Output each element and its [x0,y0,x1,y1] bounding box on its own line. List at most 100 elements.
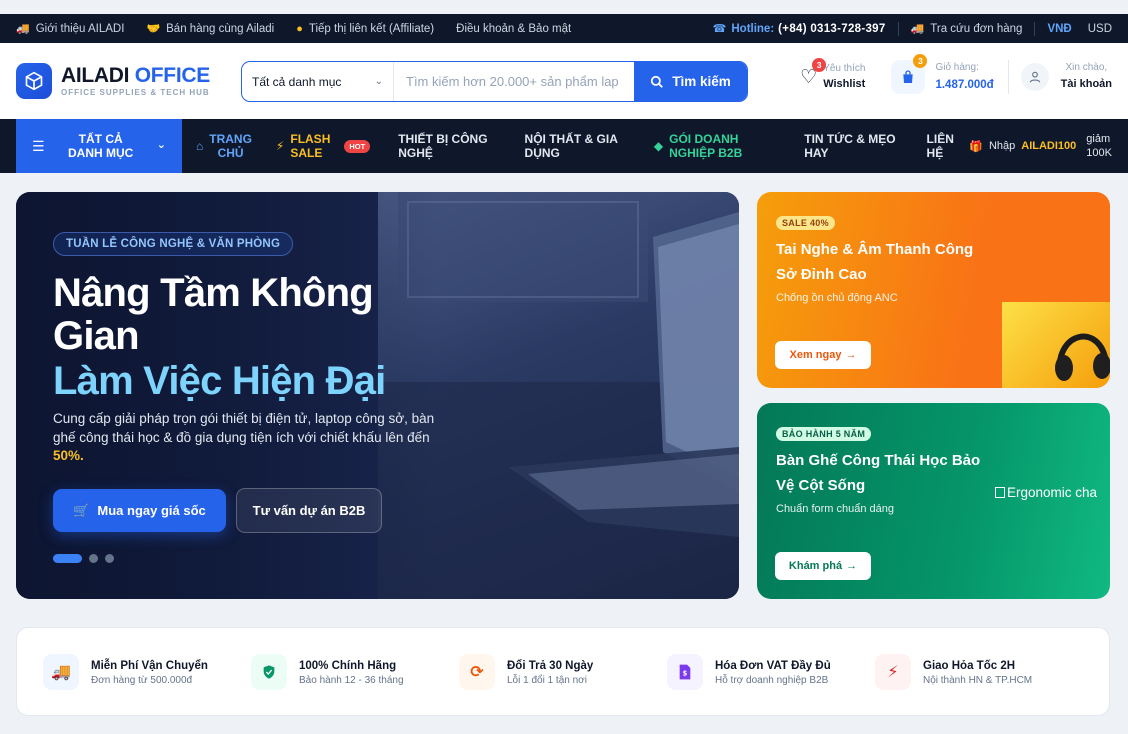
divider [1007,60,1009,95]
menu-icon: ☰ [32,137,45,154]
hero-title-accent: Làm Việc Hiện Đại [53,359,386,403]
broken-image-icon [995,487,1005,498]
logo-tagline: OFFICE SUPPLIES & TECH HUB [61,88,210,97]
top-spacer [0,0,1128,14]
util-link-sell[interactable]: 🤝 Bán hàng cùng Ailadi [146,22,274,36]
promo-prefix: Nhập [988,140,1016,152]
feature-returns: ⟳ Đổi Trả 30 Ngày Lỗi 1 đổi 1 tận nơi [459,653,667,690]
truck-icon: 🚚 [43,653,79,690]
util-link-about[interactable]: 🚚 Giới thiệu AILADI [16,22,124,36]
cart-icon: 🛒 [73,502,90,518]
currency-usd[interactable]: USD [1088,23,1112,35]
side-banner-ergonomic[interactable]: BẢO HÀNH 5 NĂM Bàn Ghế Công Thái Học Bảo… [757,403,1110,599]
home-icon: ⌂ [196,138,204,153]
feature-authentic: 100% Chính Hãng Bảo hành 12 - 36 tháng [251,653,459,690]
chevron-down-icon: ⌄ [374,76,383,87]
currency-vnd[interactable]: VNĐ [1047,23,1071,35]
logo-cube-icon[interactable] [16,63,52,99]
feature-express-delivery: ⚡ Giao Hỏa Tốc 2H Nội thành HN & TP.HCM [875,653,1083,690]
divider [897,21,899,36]
hero-banner: TUẦN LỄ CÔNG NGHỆ & VĂN PHÒNG Nâng Tầm K… [16,192,739,599]
buy-now-button[interactable]: 🛒 Mua ngay giá sốc [53,489,226,532]
coins-icon: ● [296,22,303,35]
search-icon [651,75,664,88]
wishlist-button[interactable]: ♡ 3 Yêu thích Wishlist [800,58,866,93]
hot-badge: HOT [344,139,371,153]
utility-bar: 🚚 Giới thiệu AILADI 🤝 Bán hàng cùng Ailadi… [0,14,1128,43]
all-categories-button[interactable]: ☰ TẤT CẢ DANH MỤC ⌄ [16,119,182,173]
arrow-right-icon: → [845,349,857,361]
wishlist-caption: Yêu thích [823,63,866,75]
feature-free-shipping: 🚚 Miễn Phí Vận Chuyển Đơn hàng từ 500.000… [43,653,251,690]
side-banner-subtitle: Chuẩn form chuẩn dáng [776,503,895,515]
slider-dot-2[interactable] [89,554,98,563]
cart-caption: Giỏ hàng: [935,62,979,73]
side-banner-title: Bàn Ghế Công Thái Học Bảo Vệ Cột Sống [776,452,981,494]
handshake-icon: 🤝 [146,23,161,35]
side-banner-audio[interactable]: SALE 40% Tai Nghe & Âm Thanh Công Sở Đỉn… [757,192,1110,388]
explore-button[interactable]: Khám phá → [775,552,871,580]
nav-item-flash-sale[interactable]: ⚡ FLASH SALE HOT [276,119,371,173]
util-link-terms[interactable]: Điều khoản & Bảo mật [456,23,571,35]
account-greeting: Xin chào, [1065,62,1108,74]
gift-icon: 🎁 [969,140,983,153]
account-button[interactable]: Xin chào, Tài khoản [1020,60,1112,94]
hero-campaign-pill: TUẦN LỄ CÔNG NGHỆ & VĂN PHÒNG [53,232,294,256]
main-nav: ☰ TẤT CẢ DANH MỤC ⌄ ⌂ TRANG CHỦ ⚡ FLASH SA… [0,119,1128,173]
hero-description: Cung cấp giải pháp trọn gói thiết bị điệ… [53,411,435,463]
sale-tag: SALE 40% [776,216,835,230]
bolt-icon: ⚡ [875,653,911,690]
user-icon [1020,63,1049,92]
search-button[interactable]: Tìm kiếm [634,62,747,101]
truck-icon: 🚚 [16,23,30,35]
cart-total: 1.487.000đ [935,79,994,91]
cart-button[interactable]: 3 Giỏ hàng: 1.487.000đ [891,54,994,95]
account-label: Tài khoản [1060,78,1112,91]
search-bar: Tất cả danh mục ⌄ Tìm kiếm [241,61,748,102]
promo-suffix: giảm 100K [1086,132,1112,159]
search-category-select[interactable]: Tất cả danh mục ⌄ [242,62,394,101]
headphones-image [1002,302,1110,388]
logo[interactable]: AILADI OFFICE OFFICE SUPPLIES & TECH HUB [61,65,210,97]
slider-dot-3[interactable] [105,554,114,563]
logo-name-accent: OFFICE [134,64,211,87]
feature-strip: 🚚 Miễn Phí Vận Chuyển Đơn hàng từ 500.000… [16,627,1110,716]
truck-icon: 🚚 [910,23,925,35]
feature-vat-invoice: $ Hóa Đơn VAT Đầy Đủ Hỗ trợ doanh nghiệp … [667,653,875,690]
logo-name: AILADI [61,64,130,87]
nav-item-contact[interactable]: LIÊN HỆ [927,119,954,173]
shield-icon [251,653,287,690]
svg-text:$: $ [683,669,688,677]
tag-icon: ◆ [653,138,664,153]
b2b-consult-button[interactable]: Tư vấn dự án B2B [236,488,382,533]
arrow-right-icon: → [846,560,858,572]
hotline-label: Hotline: [731,22,775,35]
view-now-button[interactable]: Xem ngay → [775,341,871,369]
ergonomic-chair-image: Ergonomic cha [995,485,1097,500]
side-banner-subtitle: Chống ồn chủ động ANC [776,292,898,304]
refresh-icon: ⟳ [459,653,495,690]
site-header: AILADI OFFICE OFFICE SUPPLIES & TECH HUB… [0,43,1128,119]
headset-icon: ☎ [712,23,727,35]
chevron-down-icon: ⌄ [156,139,166,152]
slider-dots [53,554,114,563]
promo-code[interactable]: AILADI100 [1021,140,1076,152]
wishlist-label: Wishlist [823,78,866,91]
warranty-tag: BẢO HÀNH 5 NĂM [776,427,872,441]
nav-item-furniture[interactable]: NỘI THẤT & GIA DỤNG [525,119,618,173]
util-link-affiliate[interactable]: ● Tiếp thị liên kết (Affiliate) [296,23,434,35]
search-input[interactable] [394,62,634,101]
nav-item-home[interactable]: ⌂ TRANG CHỦ [196,119,252,173]
nav-item-tech[interactable]: THIẾT BỊ CÔNG NGHỆ [398,119,487,173]
nav-item-b2b[interactable]: ◆ GÓI DOANH NGHIỆP B2B [654,119,742,173]
divider [1034,21,1036,36]
hero-title: Nâng Tầm Không Gian [53,271,374,358]
cart-count-badge: 3 [913,54,928,68]
discount-highlight: 50%. [53,448,84,463]
side-banner-title: Tai Nghe & Âm Thanh Công Sở Đỉnh Cao [776,241,974,283]
invoice-icon: $ [667,653,703,690]
hotline-number[interactable]: (+84) 0313-728-397 [778,23,885,35]
nav-item-news[interactable]: TIN TỨC & MẸO HAY [804,119,895,173]
slider-dot-1[interactable] [53,554,82,563]
order-lookup-link[interactable]: Tra cứu đơn hàng [930,23,1022,35]
